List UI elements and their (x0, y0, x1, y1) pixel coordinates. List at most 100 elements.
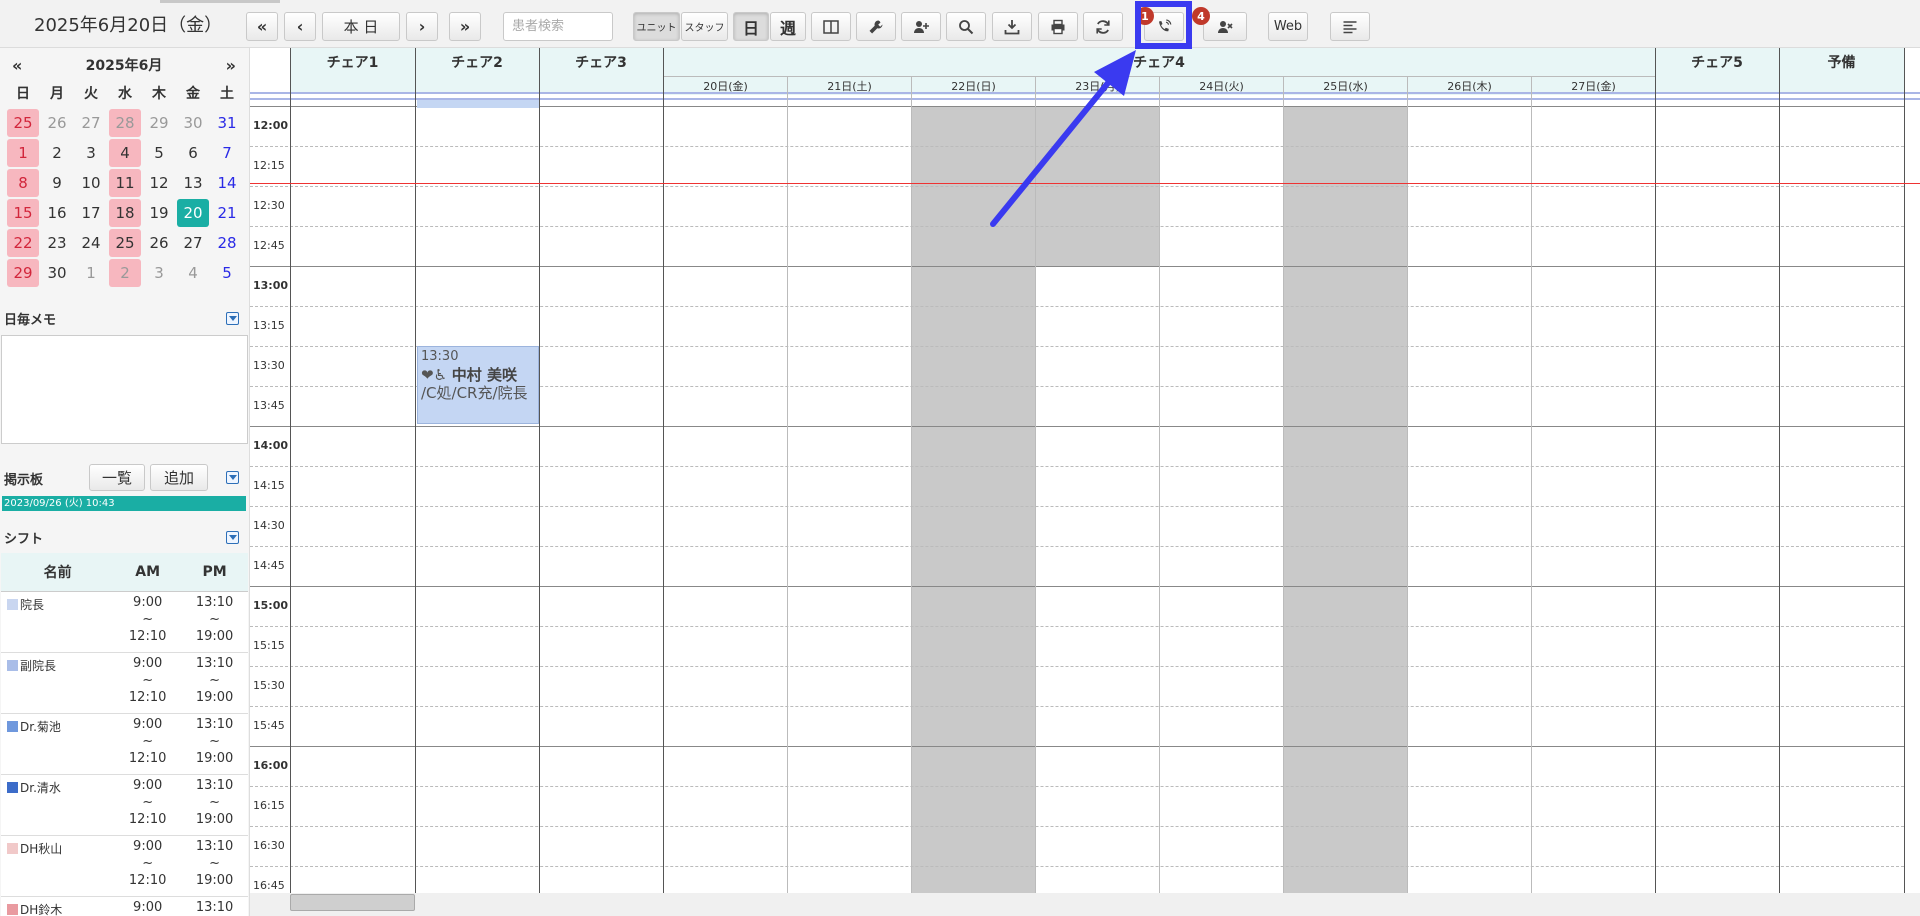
patient-search-input[interactable] (503, 12, 613, 41)
daily-memo-textarea[interactable] (1, 335, 248, 444)
prev-week-button[interactable]: « (246, 12, 278, 41)
shift-am-cell: 9:00 ~12:10 (114, 591, 182, 653)
staff-view-button[interactable]: スタッフ (681, 12, 728, 41)
week-view-button[interactable]: 週 (770, 12, 806, 41)
calendar-day[interactable]: 30 (177, 109, 209, 137)
calendar-day[interactable]: 23 (41, 229, 73, 257)
calendar-day[interactable]: 20 (177, 199, 209, 227)
calendar-day[interactable]: 3 (143, 259, 175, 287)
daily-memo-toggle-icon[interactable] (226, 312, 239, 325)
calendar-day[interactable]: 26 (143, 229, 175, 257)
bulletin-board-title: 掲示板 (4, 473, 44, 488)
calendar-day[interactable]: 21 (211, 199, 243, 227)
shift-am-to: 12:10 (128, 811, 167, 827)
appointment-card[interactable]: 13:30 ❤♿ 中村 美咲 /C処/CR充/院長 (417, 346, 539, 424)
calendar-day[interactable]: 2 (109, 259, 141, 287)
refresh-button[interactable] (1083, 12, 1123, 41)
search-button[interactable] (946, 12, 986, 41)
mini-calendar-prev-button[interactable]: « (12, 56, 22, 75)
shift-row[interactable]: 副院長 9:00 ~12:10 13:10 ~19:00 (1, 652, 248, 714)
calendar-day[interactable]: 1 (75, 259, 107, 287)
shift-row[interactable]: 院長 9:00 ~12:10 13:10 ~19:00 (1, 591, 248, 653)
calendar-day[interactable]: 25 (109, 229, 141, 257)
calendar-day[interactable]: 4 (177, 259, 209, 287)
next-week-button[interactable]: » (449, 12, 481, 41)
calendar-day[interactable]: 17 (75, 199, 107, 227)
chair-header-label[interactable]: チェア3 (539, 52, 663, 72)
calendar-day[interactable]: 11 (109, 169, 141, 197)
mini-calendar-next-button[interactable]: » (226, 56, 236, 75)
calendar-day[interactable]: 7 (211, 139, 243, 167)
calendar-day[interactable]: 26 (41, 109, 73, 137)
calendar-day[interactable]: 12 (143, 169, 175, 197)
time-label: 12:00 (253, 119, 289, 132)
add-patient-button[interactable] (901, 12, 941, 41)
calendar-day[interactable]: 10 (75, 169, 107, 197)
prev-day-button[interactable]: ‹ (284, 12, 316, 41)
bulletin-latest-entry[interactable]: 2023/09/26 (火) 10:43 (2, 496, 246, 511)
chair-header-label[interactable]: 予備 (1779, 52, 1904, 72)
print-button[interactable] (1038, 12, 1078, 41)
shift-pm-to: 19:00 (195, 872, 234, 888)
calendar-day[interactable]: 27 (75, 109, 107, 137)
calendar-day[interactable]: 15 (7, 199, 39, 227)
shift-staff-cell: Dr.清水 (1, 774, 115, 836)
calendar-day[interactable]: 29 (7, 259, 39, 287)
calendar-day[interactable]: 22 (7, 229, 39, 257)
horizontal-scrollbar-thumb[interactable] (290, 894, 415, 911)
shift-row[interactable]: DH秋山 9:00 ~12:10 13:10 ~19:00 (1, 835, 248, 897)
time-label: 13:15 (253, 319, 285, 332)
bulletin-list-button[interactable]: 一覧 (89, 464, 145, 491)
today-button[interactable]: 本 日 (322, 12, 400, 41)
calendar-day[interactable]: 18 (109, 199, 141, 227)
calendar-day[interactable]: 13 (177, 169, 209, 197)
staff-color-swatch (7, 842, 18, 854)
calendar-day[interactable]: 14 (211, 169, 243, 197)
appointment-continuation[interactable] (417, 100, 539, 108)
calendar-day[interactable]: 5 (211, 259, 243, 287)
chair-header-label[interactable]: チェア5 (1655, 52, 1779, 72)
calendar-day[interactable]: 24 (75, 229, 107, 257)
shift-toggle-icon[interactable] (226, 531, 239, 544)
current-time-line (250, 183, 1920, 184)
time-label: 16:00 (253, 759, 289, 772)
shift-table-body: 院長 9:00 ~12:10 13:10 ~19:00 副院長 9:00 ~12:10 13:1… (1, 591, 248, 916)
settings-button[interactable] (856, 12, 896, 41)
calendar-day[interactable]: 28 (211, 229, 243, 257)
user-plus-icon (914, 20, 929, 33)
calendar-day[interactable]: 25 (7, 109, 39, 137)
shift-row[interactable]: Dr.菊池 9:00 ~12:10 13:10 ~19:00 (1, 713, 248, 775)
shift-pm-cell: 13:10 ~19:00 (181, 774, 248, 836)
calendar-day[interactable]: 28 (109, 109, 141, 137)
day-view-button[interactable]: 日 (733, 12, 769, 41)
calendar-day[interactable]: 31 (211, 109, 243, 137)
bulletin-toggle-icon[interactable] (226, 471, 239, 484)
menu-button[interactable] (1330, 12, 1370, 41)
calendar-day[interactable]: 19 (143, 199, 175, 227)
chair-header-label[interactable]: チェア1 (290, 52, 415, 72)
calendar-day[interactable]: 16 (41, 199, 73, 227)
calendar-day[interactable]: 5 (143, 139, 175, 167)
bulletin-add-button[interactable]: 追加 (150, 464, 208, 491)
download-button[interactable] (992, 12, 1032, 41)
shift-am-from: 9:00 (133, 838, 163, 854)
unit-view-button[interactable]: ユニット (633, 12, 680, 41)
shift-row[interactable]: Dr.清水 9:00 ~12:10 13:10 ~19:00 (1, 774, 248, 836)
calendar-day[interactable]: 30 (41, 259, 73, 287)
calendar-day[interactable]: 29 (143, 109, 175, 137)
calendar-day[interactable]: 8 (7, 169, 39, 197)
calendar-day[interactable]: 2 (41, 139, 73, 167)
shift-row[interactable]: DH鈴木 9:00 13:10 (1, 896, 248, 916)
next-day-button[interactable]: › (406, 12, 438, 41)
calendar-day[interactable]: 3 (75, 139, 107, 167)
chair-header-label[interactable]: チェア4 (663, 52, 1655, 72)
calendar-day[interactable]: 9 (41, 169, 73, 197)
calendar-day[interactable]: 27 (177, 229, 209, 257)
calendar-day[interactable]: 4 (109, 139, 141, 167)
calendar-day[interactable]: 1 (7, 139, 39, 167)
calendar-day[interactable]: 6 (177, 139, 209, 167)
shift-am-to: 12:10 (128, 628, 167, 644)
web-booking-button[interactable]: Web (1268, 12, 1308, 41)
split-view-button[interactable] (811, 12, 851, 41)
chair-header-label[interactable]: チェア2 (415, 52, 539, 72)
